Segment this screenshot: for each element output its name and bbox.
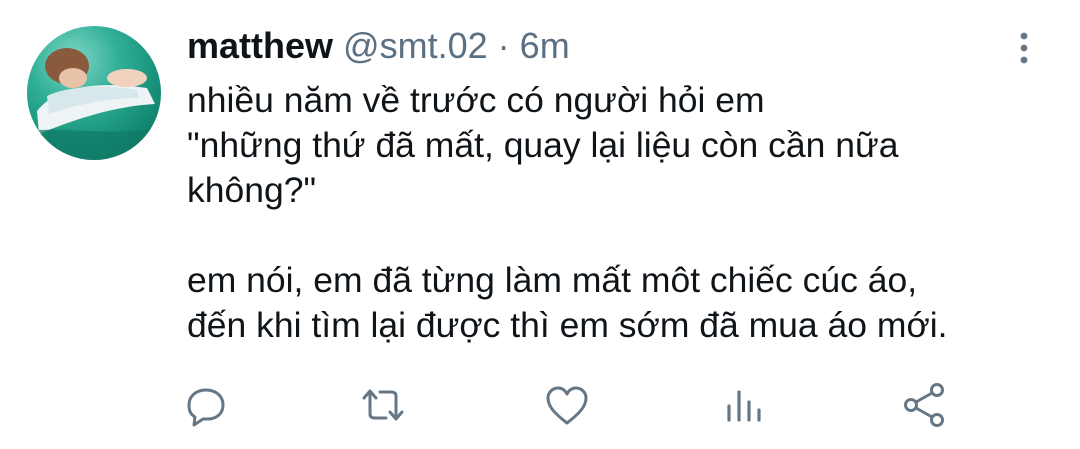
retweet-icon bbox=[362, 389, 404, 421]
tweet-line: em nói, em đã từng làm mất môt chiếc cúc… bbox=[187, 260, 918, 300]
retweet-button[interactable] bbox=[358, 380, 408, 430]
tweet-time[interactable]: 6m bbox=[520, 25, 570, 66]
more-vertical-icon bbox=[1020, 32, 1028, 64]
heart-icon bbox=[546, 386, 588, 425]
author-name[interactable]: matthew bbox=[187, 25, 333, 66]
author-handle[interactable]: @smt.02 bbox=[343, 25, 488, 66]
tweet-text: nhiều năm về trước có người hỏi em "nhữn… bbox=[187, 78, 1057, 348]
analytics-button[interactable] bbox=[720, 380, 770, 430]
tweet-line: nhiều năm về trước có người hỏi em bbox=[187, 80, 765, 120]
like-button[interactable] bbox=[542, 380, 592, 430]
separator-dot: · bbox=[497, 25, 510, 66]
tweet-line: không?" bbox=[187, 170, 317, 210]
avatar-image bbox=[27, 48, 161, 160]
tweet-header: matthew @smt.02 · 6m bbox=[187, 26, 570, 66]
share-icon bbox=[904, 383, 944, 427]
analytics-icon bbox=[727, 390, 761, 422]
reply-icon bbox=[187, 388, 225, 427]
tweet-line: đến khi tìm lại được thì em sớm đã mua á… bbox=[187, 305, 948, 345]
tweet-card[interactable]: matthew @smt.02 · 6m nhiều năm về trước … bbox=[0, 0, 1080, 449]
avatar[interactable] bbox=[27, 26, 161, 160]
more-options-button[interactable] bbox=[1006, 28, 1042, 68]
share-button[interactable] bbox=[900, 380, 950, 430]
action-bar bbox=[0, 380, 1080, 440]
tweet-line: "những thứ đã mất, quay lại liệu còn cần… bbox=[187, 125, 899, 165]
reply-button[interactable] bbox=[181, 380, 231, 430]
